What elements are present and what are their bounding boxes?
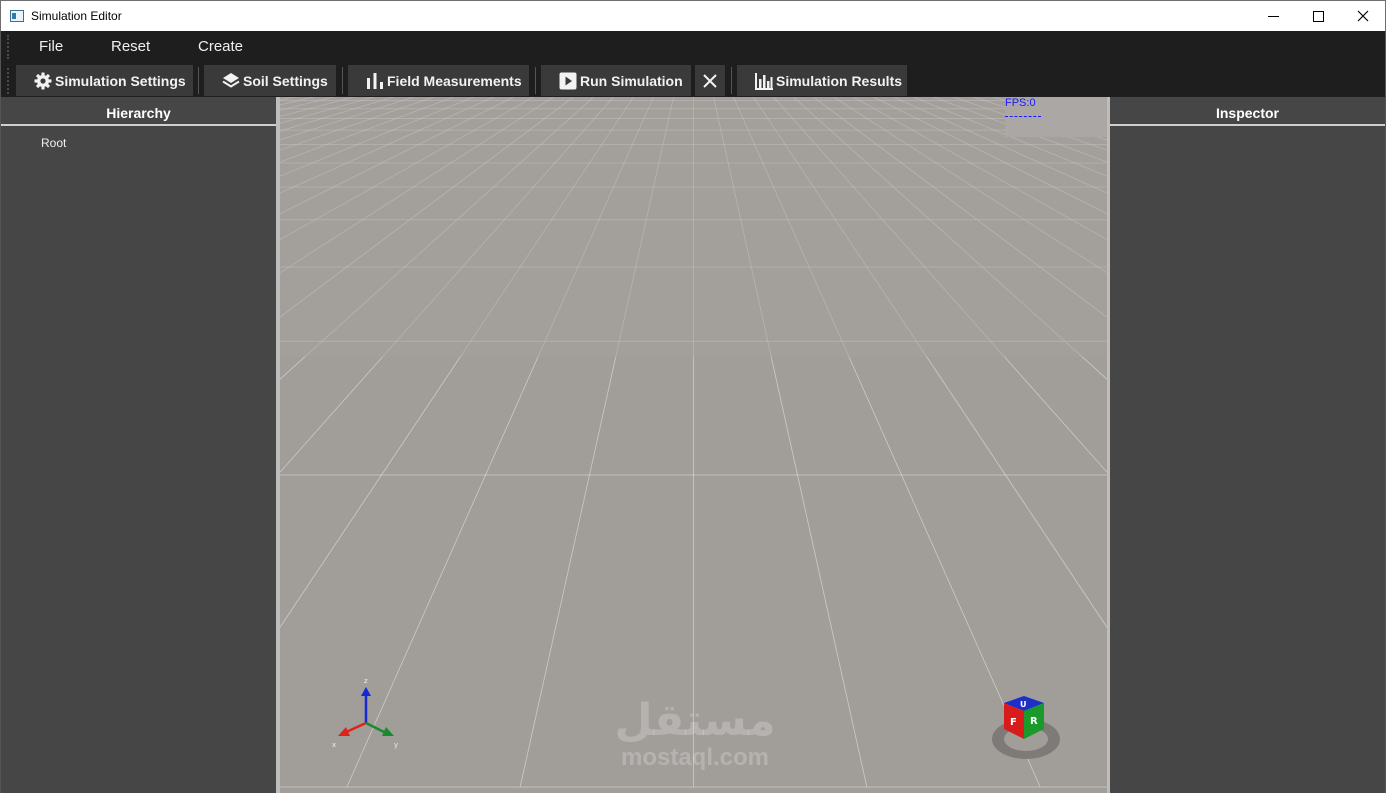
toolbar-separator	[342, 67, 343, 94]
minimize-button[interactable]	[1250, 1, 1296, 31]
simulation-settings-label: Simulation Settings	[55, 72, 186, 89]
z-axis-label: z	[364, 677, 368, 685]
close-icon	[1357, 10, 1369, 22]
bar-chart-icon	[367, 72, 383, 89]
window-title-bar[interactable]: Simulation Editor	[0, 0, 1386, 31]
view-cube[interactable]: F R U	[988, 693, 1068, 769]
field-measurements-button[interactable]: Field Measurements	[348, 65, 529, 96]
menu-file[interactable]: File	[39, 38, 63, 55]
maximize-icon	[1312, 10, 1324, 22]
y-axis-label: y	[394, 741, 398, 749]
3d-viewport[interactable]: FPS:0 z x y مستقل mostaql.com F R U	[276, 97, 1110, 793]
stop-simulation-button[interactable]	[695, 65, 725, 96]
gear-icon	[34, 72, 52, 89]
maximize-button[interactable]	[1295, 1, 1341, 31]
soil-settings-button[interactable]: Soil Settings	[204, 65, 336, 96]
simulation-results-button[interactable]: Simulation Results	[737, 65, 907, 96]
run-simulation-label: Run Simulation	[580, 72, 683, 89]
toolbar-separator	[198, 67, 199, 94]
toolbar-separator	[731, 67, 732, 94]
field-measurements-label: Field Measurements	[387, 72, 522, 89]
hierarchy-panel: Hierarchy Root	[0, 97, 276, 793]
hierarchy-title: Hierarchy	[1, 97, 276, 126]
column-chart-icon	[755, 72, 773, 90]
menu-create[interactable]: Create	[198, 38, 243, 55]
toolbar: Simulation Settings Soil Settings Field …	[0, 62, 1386, 97]
cube-front-label: F	[1010, 717, 1017, 728]
inspector-panel: Inspector	[1110, 97, 1386, 793]
inspector-title: Inspector	[1110, 97, 1385, 126]
axes-gizmo[interactable]: z x y	[328, 675, 408, 755]
watermark-arabic: مستقل	[614, 695, 776, 746]
minimize-icon	[1267, 15, 1279, 17]
fps-counter: FPS:0	[1005, 97, 1036, 109]
watermark: مستقل mostaql.com	[610, 697, 780, 771]
menu-bar: File Reset Create	[0, 31, 1386, 62]
cube-top-label: U	[1020, 700, 1027, 709]
x-axis-label: x	[332, 741, 336, 749]
watermark-latin: mostaql.com	[620, 744, 770, 771]
close-icon	[703, 73, 717, 88]
y-axis	[365, 721, 387, 735]
simulation-settings-button[interactable]: Simulation Settings	[16, 65, 193, 96]
app-icon	[10, 10, 24, 22]
close-window-button[interactable]	[1340, 1, 1386, 31]
menu-grip[interactable]	[7, 35, 9, 59]
layers-icon	[222, 72, 240, 88]
play-icon	[559, 72, 577, 89]
z-arrow	[361, 687, 371, 696]
window-title: Simulation Editor	[31, 9, 122, 23]
run-simulation-button[interactable]: Run Simulation	[541, 65, 691, 96]
toolbar-grip[interactable]	[7, 68, 9, 94]
soil-settings-label: Soil Settings	[243, 72, 328, 89]
toolbar-separator	[535, 67, 536, 94]
hierarchy-item-root[interactable]: Root	[41, 136, 66, 150]
menu-reset[interactable]: Reset	[111, 38, 150, 55]
cube-right-label: R	[1030, 716, 1038, 727]
simulation-results-label: Simulation Results	[776, 72, 903, 89]
fps-underline	[1005, 116, 1041, 117]
